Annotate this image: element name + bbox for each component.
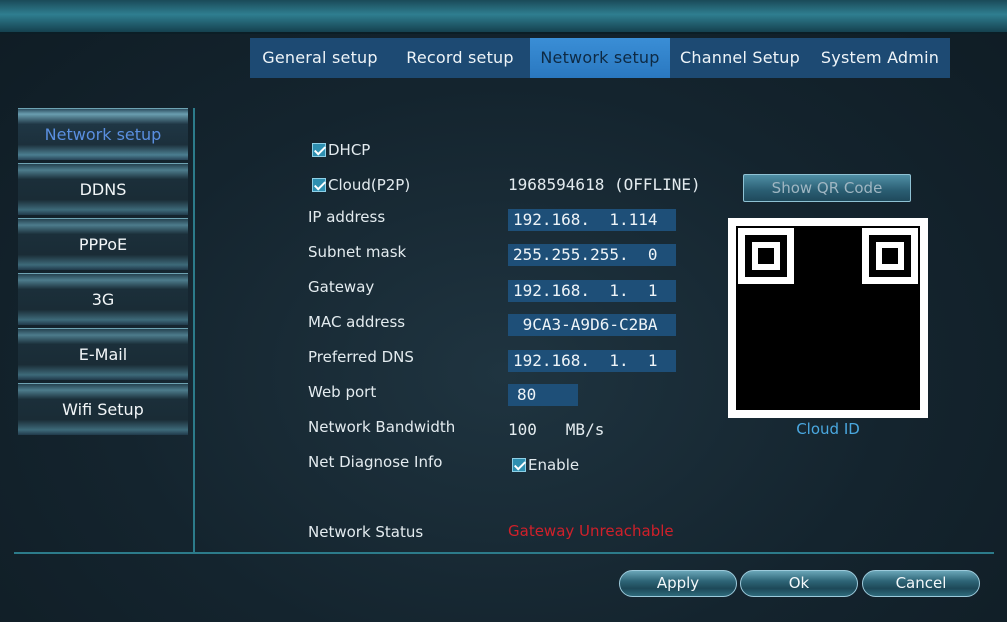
tab-network-setup[interactable]: Network setup [530, 38, 670, 78]
preferred-dns-label: Preferred DNS [308, 348, 414, 366]
top-tab-bar: General setup Record setup Network setup… [250, 38, 950, 78]
gateway-field[interactable]: 192.168. 1. 1 [508, 280, 676, 302]
enable-diagnose-checkbox[interactable] [512, 458, 526, 472]
sidebar: Network setup DDNS PPPoE 3G E-Mail Wifi … [18, 108, 188, 438]
gateway-label: Gateway [308, 278, 375, 296]
sidebar-item-wifi-setup[interactable]: Wifi Setup [18, 383, 188, 435]
network-status-value: Gateway Unreachable [508, 522, 674, 540]
tab-system-admin[interactable]: System Admin [810, 38, 950, 78]
enable-label: Enable [528, 456, 580, 474]
cancel-button[interactable]: Cancel [862, 570, 980, 597]
dhcp-label: DHCP [328, 141, 371, 159]
apply-button[interactable]: Apply [619, 570, 737, 597]
sidebar-item-pppoe[interactable]: PPPoE [18, 218, 188, 270]
tab-general-setup[interactable]: General setup [250, 38, 390, 78]
ip-address-label: IP address [308, 208, 386, 226]
mac-address-field: 9CA3-A9D6-C2BA [508, 314, 676, 336]
tab-channel-setup[interactable]: Channel Setup [670, 38, 810, 78]
cloud-p2p-checkbox[interactable] [312, 178, 326, 192]
cloud-id-caption: Cloud ID [796, 420, 860, 438]
cloud-id-value: 1968594618 (OFFLINE) [508, 175, 701, 194]
dhcp-checkbox[interactable] [312, 143, 326, 157]
mac-address-label: MAC address [308, 313, 406, 331]
sidebar-item-ddns[interactable]: DDNS [18, 163, 188, 215]
network-bandwidth-value: 100 MB/s [508, 420, 605, 439]
sidebar-item-3g[interactable]: 3G [18, 273, 188, 325]
show-qr-code-button[interactable]: Show QR Code [743, 174, 911, 202]
web-port-field[interactable]: 80 [508, 384, 578, 406]
divider-horizontal [14, 552, 994, 554]
preferred-dns-field[interactable]: 192.168. 1. 1 [508, 350, 676, 372]
network-bandwidth-label: Network Bandwidth [308, 418, 456, 436]
window-title-bar [0, 0, 1007, 34]
web-port-label: Web port [308, 383, 377, 401]
sidebar-item-email[interactable]: E-Mail [18, 328, 188, 380]
divider-vertical [193, 108, 195, 554]
ip-address-field[interactable]: 192.168. 1.114 [508, 209, 676, 231]
tab-record-setup[interactable]: Record setup [390, 38, 530, 78]
sidebar-item-network-setup[interactable]: Network setup [18, 108, 188, 160]
network-status-label: Network Status [308, 523, 424, 541]
cloud-p2p-label: Cloud(P2P) [328, 176, 411, 194]
net-diagnose-label: Net Diagnose Info [308, 453, 443, 471]
subnet-mask-field[interactable]: 255.255.255. 0 [508, 244, 676, 266]
subnet-mask-label: Subnet mask [308, 243, 407, 261]
qr-code-image [728, 218, 928, 418]
ok-button[interactable]: Ok [740, 570, 858, 597]
